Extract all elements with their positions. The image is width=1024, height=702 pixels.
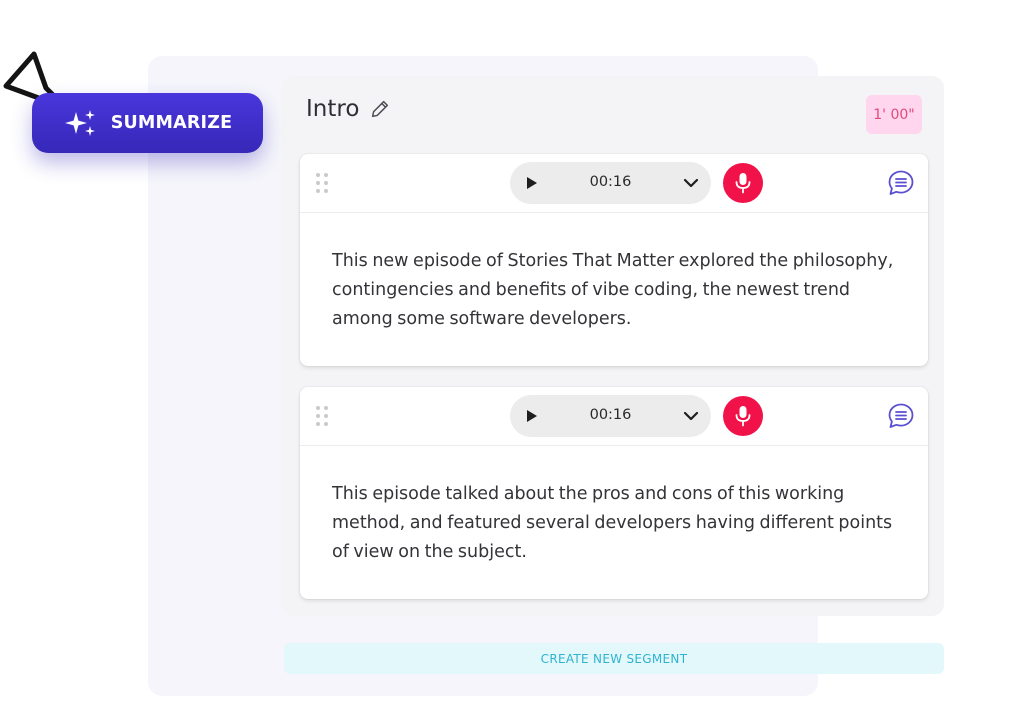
- segment-card: 00:16 This new episode of Stories That M…: [300, 154, 928, 366]
- summarize-button[interactable]: SUMMARIZE: [32, 93, 263, 153]
- segment-text[interactable]: This new episode of Stories That Matter …: [300, 213, 928, 334]
- segment-card: 00:16 This episode talked about the pros…: [300, 387, 928, 599]
- create-new-segment-button[interactable]: CREATE NEW SEGMENT: [284, 643, 944, 674]
- section-title: Intro: [306, 96, 360, 122]
- segment-text[interactable]: This episode talked about the pros and c…: [300, 446, 928, 567]
- drag-handle-icon[interactable]: [314, 172, 330, 194]
- record-button[interactable]: [723, 163, 763, 203]
- chevron-down-icon[interactable]: [683, 408, 699, 424]
- comment-icon[interactable]: [887, 169, 915, 197]
- segment-toolbar: 00:16: [300, 154, 928, 213]
- chevron-down-icon[interactable]: [683, 175, 699, 191]
- segment-toolbar: 00:16: [300, 387, 928, 446]
- summarize-label: SUMMARIZE: [110, 113, 233, 133]
- audio-player[interactable]: 00:16: [510, 162, 711, 204]
- section-header: Intro: [306, 96, 391, 122]
- sparkles-icon: [64, 110, 95, 136]
- microphone-icon: [735, 406, 751, 427]
- audio-time: 00:16: [589, 407, 632, 423]
- pencil-icon[interactable]: [369, 98, 391, 120]
- audio-player[interactable]: 00:16: [510, 395, 711, 437]
- record-button[interactable]: [723, 396, 763, 436]
- microphone-icon: [735, 173, 751, 194]
- comment-icon[interactable]: [887, 402, 915, 430]
- duration-badge: 1' 00": [866, 95, 922, 134]
- audio-time: 00:16: [589, 174, 632, 190]
- drag-handle-icon[interactable]: [314, 405, 330, 427]
